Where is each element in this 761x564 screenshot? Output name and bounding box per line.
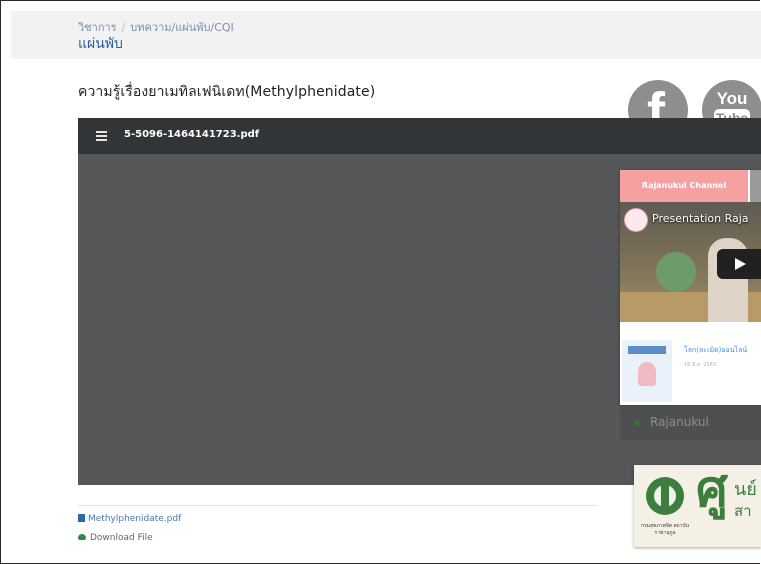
hamburger-menu-icon[interactable]: [96, 131, 107, 141]
video-player[interactable]: Presentation Raja: [620, 202, 761, 322]
post-thumbnail[interactable]: [622, 340, 672, 402]
tab-rajanukul-channel[interactable]: Rajanukul Channel: [620, 170, 748, 202]
download-label[interactable]: Download File: [90, 533, 153, 543]
page-title: ความรู้เรื่องยาเมทิลเฟนิเดท(Methylphenid…: [78, 84, 376, 100]
post-date: 18 มี.ค. 2563: [684, 362, 717, 368]
banner-large-char: ศู: [696, 465, 728, 518]
banner-text-row-2: สา: [734, 502, 752, 520]
download-file-link[interactable]: Download File: [78, 533, 153, 543]
attachment-file-link[interactable]: Methylphenidate.pdf: [78, 514, 181, 524]
play-button-icon[interactable]: [717, 249, 761, 279]
channel-widget: Rajanukul Channel Presentation Raja โลก(…: [620, 170, 761, 405]
center-banner[interactable]: กรมสุขภาพจิต สถาบันราชานุกูล ศู นย์ สา: [634, 465, 761, 547]
post-title-link[interactable]: โลก(ละเมิด)ออนไลน์: [684, 345, 747, 356]
tab-secondary[interactable]: [750, 170, 761, 202]
attachment-file-name[interactable]: Methylphenidate.pdf: [88, 514, 181, 524]
department-caption: กรมสุขภาพจิต สถาบันราชานุกูล: [640, 523, 690, 536]
breadcrumb-current-link[interactable]: บทความ/แผ่นพับ/CQI: [130, 21, 233, 34]
rajanukul-panel-header: Rajanukul: [620, 406, 761, 440]
cloud-download-icon: [78, 534, 86, 540]
pdf-toolbar: 5-5096-1464141723.pdf: [78, 118, 761, 154]
rajanukul-label: Rajanukul: [650, 415, 709, 429]
attachment-divider: [78, 505, 598, 506]
bullet-icon: [634, 420, 640, 426]
section-title: แผ่นพับ: [78, 36, 123, 52]
channel-logo-icon: [624, 208, 648, 232]
video-title: Presentation Raja: [652, 212, 749, 225]
pdf-file-name: 5-5096-1464141723.pdf: [124, 129, 260, 140]
video-thumbnail-ball: [656, 252, 696, 292]
file-icon: [78, 514, 85, 522]
youtube-text-top: You: [716, 89, 748, 108]
